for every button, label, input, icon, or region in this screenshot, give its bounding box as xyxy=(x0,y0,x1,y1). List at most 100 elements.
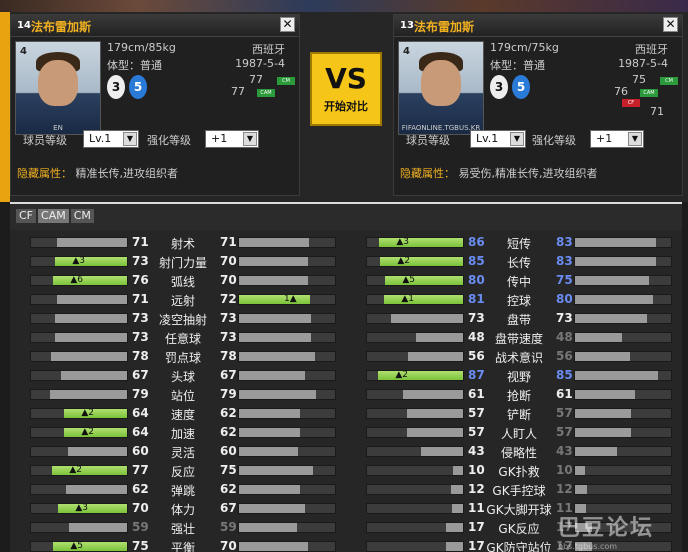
right-stat-value: 83 xyxy=(556,254,573,268)
player-level-select[interactable]: Lv.1 ▼ xyxy=(470,130,526,148)
enhance-level-select[interactable]: +1 ▼ xyxy=(590,130,644,148)
position-rating: 71 xyxy=(650,105,664,118)
hidden-attributes: 隐藏属性： 精准长传,进攻组织者 xyxy=(17,165,178,181)
left-stat-value: 11 xyxy=(468,501,485,515)
left-foot-icon: 3 xyxy=(107,75,125,99)
stat-bar xyxy=(366,408,464,419)
stat-bar-fill xyxy=(55,257,127,266)
stat-bar-fill xyxy=(407,409,463,418)
stat-bar-fill xyxy=(575,257,656,266)
tab-cam[interactable]: CAM xyxy=(38,209,69,223)
right-stat-value: 70 xyxy=(220,539,237,552)
tab-cm[interactable]: CM xyxy=(70,209,94,223)
stat-bar-fill xyxy=(239,485,300,494)
stat-bar-fill xyxy=(239,295,310,304)
stat-row: ▲1 81 控球 80 xyxy=(346,291,682,310)
stat-row: ▲2 64 加速 62 xyxy=(10,424,346,443)
stat-bar xyxy=(238,541,336,552)
stat-bar xyxy=(366,427,464,438)
right-stat-value: 73 xyxy=(220,330,237,344)
tab-cf[interactable]: CF xyxy=(16,209,37,223)
stat-bar xyxy=(574,446,672,457)
left-stat-value: 73 xyxy=(132,311,149,325)
stat-label: 抢断 xyxy=(506,389,531,403)
stat-bar-fill xyxy=(575,276,649,285)
stat-bar-fill xyxy=(385,276,463,285)
stat-label: 弧线 xyxy=(170,275,195,289)
chevron-down-icon: ▼ xyxy=(243,132,257,146)
chevron-down-icon: ▼ xyxy=(628,132,642,146)
hidden-attributes-value: 易受伤,精准长传,进攻组织者 xyxy=(458,167,598,180)
left-stat-value: 56 xyxy=(468,349,485,363)
stat-bar xyxy=(238,465,336,476)
stat-bar-fill xyxy=(575,447,617,456)
stat-bar: ▲5 xyxy=(366,275,464,286)
left-stat-value: 76 xyxy=(132,273,149,287)
right-stat-value: 75 xyxy=(556,273,573,287)
enhance-label: 强化等级 xyxy=(147,134,191,147)
stat-bar xyxy=(238,256,336,267)
enhance-level-select[interactable]: +1 ▼ xyxy=(205,130,259,148)
birthdate: 1987-5-4 xyxy=(618,57,668,70)
right-stat-value: 62 xyxy=(220,406,237,420)
close-button[interactable]: ✕ xyxy=(663,17,678,32)
right-stat-value: 67 xyxy=(220,368,237,382)
stat-row: ▲3 86 短传 83 xyxy=(346,234,682,253)
hidden-attributes-label: 隐藏属性： xyxy=(17,167,72,180)
stat-bar-fill xyxy=(239,352,315,361)
hidden-attributes: 隐藏属性： 易受伤,精准长传,进攻组织者 xyxy=(400,165,598,181)
stat-row: 57 铲断 57 xyxy=(346,405,682,424)
stat-bar-fill xyxy=(239,542,308,551)
upgrade-indicator: ▲3 xyxy=(75,503,88,513)
stat-label: 长传 xyxy=(506,256,531,270)
stat-bar: ▲2 xyxy=(366,370,464,381)
stat-bar-fill xyxy=(239,238,309,247)
stat-bar xyxy=(238,408,336,419)
left-player-card: 14 法布雷加斯 ✕ 4 EN 179cm/85kg 西班牙 体型：普通 198… xyxy=(10,14,300,196)
left-stat-value: 71 xyxy=(132,292,149,306)
right-stat-value: 60 xyxy=(220,444,237,458)
upgrade-indicator: ▲5 xyxy=(402,275,415,285)
stat-row: 57 人盯人 57 xyxy=(346,424,682,443)
stat-row: 48 盘带速度 48 xyxy=(346,329,682,348)
position-tabs: CF CAM CM xyxy=(16,208,96,223)
stat-label: 体力 xyxy=(170,503,195,517)
position-rating: 76 xyxy=(614,85,628,98)
stat-label: 盘带 xyxy=(506,313,531,327)
stat-label: 传中 xyxy=(506,275,531,289)
chevron-down-icon: ▼ xyxy=(123,132,137,146)
stat-bar xyxy=(238,427,336,438)
stat-bar-fill xyxy=(239,523,297,532)
player-level-select[interactable]: Lv.1 ▼ xyxy=(83,130,139,148)
stat-bar: ▲3 xyxy=(30,256,128,267)
stat-bar: ▲2 xyxy=(30,427,128,438)
stat-bar-fill xyxy=(416,333,463,342)
stat-row: ▲2 85 长传 83 xyxy=(346,253,682,272)
stat-bar-fill xyxy=(384,295,463,304)
stat-bar-fill xyxy=(575,333,622,342)
stat-bar-fill xyxy=(239,504,305,513)
stat-bar xyxy=(366,351,464,362)
stat-bar xyxy=(574,427,672,438)
watermark-url: bbs.tgbus.com xyxy=(558,542,618,551)
stat-bar-fill xyxy=(421,447,463,456)
stat-row: ▲2 77 反应 75 xyxy=(10,462,346,481)
left-stat-value: 87 xyxy=(468,368,485,382)
stat-bar-fill xyxy=(53,542,127,551)
height-weight: 179cm/85kg xyxy=(107,41,176,54)
stat-row: 67 头球 67 xyxy=(10,367,346,386)
upgrade-indicator: ▲2 xyxy=(69,465,82,475)
stat-label: 平衡 xyxy=(170,541,195,552)
watermark-title: 巴豆论坛 xyxy=(558,516,655,541)
stat-bar xyxy=(30,332,128,343)
stat-bar-fill xyxy=(57,238,127,247)
stat-bar-fill xyxy=(239,276,308,285)
stat-label: 速度 xyxy=(170,408,195,422)
stat-bar-fill xyxy=(575,409,631,418)
close-button[interactable]: ✕ xyxy=(280,17,295,32)
upgrade-indicator: ▲2 xyxy=(81,427,94,437)
right-stat-value: 56 xyxy=(556,349,573,363)
stat-bar-fill xyxy=(452,504,463,513)
start-compare-button[interactable]: VS 开始对比 xyxy=(310,52,382,126)
right-stat-value: 67 xyxy=(220,501,237,515)
